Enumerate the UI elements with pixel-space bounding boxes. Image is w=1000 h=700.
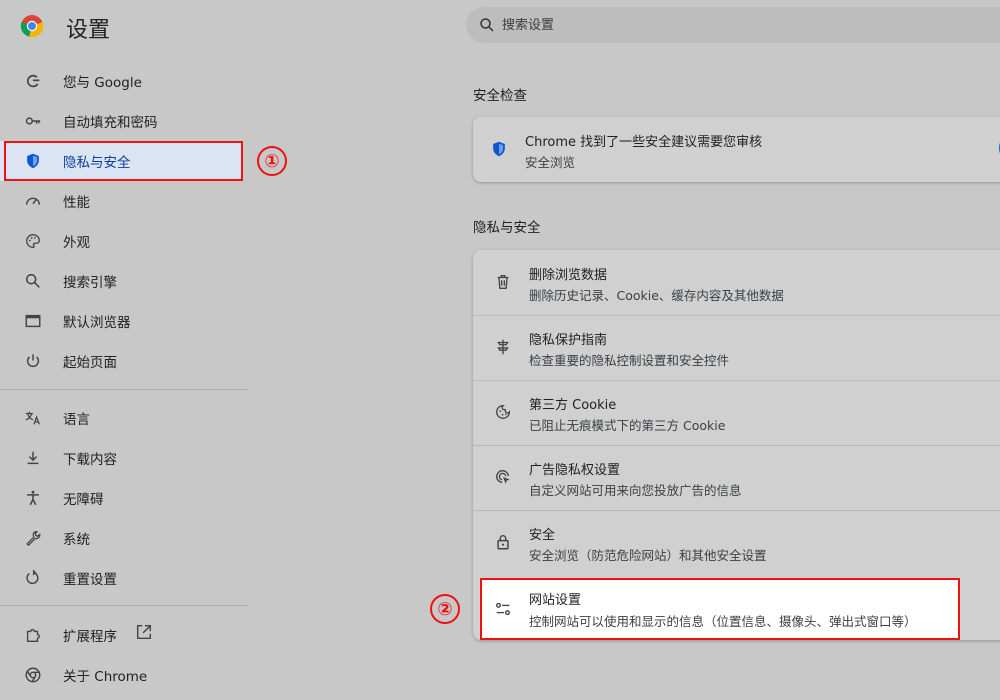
sidebar-item-autofill[interactable]: 自动填充和密码 [0, 101, 248, 141]
sidebar-item-about-chrome[interactable]: 关于 Chrome [0, 655, 248, 695]
sidebar-divider [0, 605, 248, 606]
row-title: 隐私保护指南 [529, 333, 608, 348]
cookie-icon [493, 402, 513, 422]
row-security[interactable]: 安全 安全浏览（防范危险网站）和其他安全设置 [473, 510, 1000, 575]
sidebar-item-system[interactable]: 系统 [0, 518, 248, 558]
annotation-marker-1: ① [257, 146, 287, 176]
sidebar-divider [0, 389, 248, 390]
safety-check-title: Chrome 找到了一些安全建议需要您审核 [525, 135, 763, 150]
power-icon [23, 351, 43, 371]
sidebar-item-label: 语言 [63, 412, 90, 428]
sidebar-item-appearance[interactable]: 外观 [0, 221, 248, 261]
sidebar-item-languages[interactable]: 语言 [0, 398, 248, 438]
sidebar-item-label: 下载内容 [63, 452, 117, 468]
chrome-logo-icon [20, 14, 44, 38]
external-link-icon[interactable] [135, 623, 153, 641]
lock-icon [493, 532, 513, 552]
row-subtitle: 安全浏览（防范危险网站）和其他安全设置 [529, 548, 767, 563]
sidebar-item-label: 性能 [63, 195, 90, 211]
sidebar-item-label: 外观 [63, 235, 90, 251]
search-input[interactable] [502, 17, 902, 33]
row-privacy-guide[interactable]: 隐私保护指南 检查重要的隐私控制设置和安全控件 [473, 315, 1000, 380]
sidebar-item-label: 默认浏览器 [63, 315, 131, 331]
row-subtitle: 自定义网站可用来向您投放广告的信息 [529, 483, 742, 498]
ad-privacy-icon [493, 467, 513, 487]
sidebar-item-search-engine[interactable]: 搜索引擎 [0, 261, 248, 301]
search-icon [480, 18, 494, 32]
download-icon [23, 448, 43, 468]
safety-check-subtitle: 安全浏览 [525, 155, 576, 170]
row-third-party-cookies[interactable]: 第三方 Cookie 已阻止无痕模式下的第三方 Cookie [473, 380, 1000, 445]
privacy-guide-icon [493, 337, 513, 357]
page-title: 设置 [66, 18, 111, 43]
annotation-marker-2: ② [430, 594, 460, 624]
chrome-icon [23, 665, 43, 685]
reset-icon [23, 568, 43, 588]
row-subtitle: 已阻止无痕模式下的第三方 Cookie [529, 418, 726, 433]
sidebar-item-label: 您与 Google [63, 75, 142, 91]
google-g-icon [23, 71, 43, 91]
sidebar-item-label: 关于 Chrome [63, 669, 148, 685]
search-bar[interactable] [466, 7, 1000, 43]
row-title: 删除浏览数据 [529, 268, 608, 283]
row-title: 安全 [529, 528, 556, 543]
row-title: 网站设置 [529, 593, 582, 608]
sidebar-item-reset[interactable]: 重置设置 [0, 558, 248, 598]
browser-window-icon [23, 311, 43, 331]
sidebar-item-label: 重置设置 [63, 572, 117, 588]
safety-check-row[interactable]: Chrome 找到了一些安全建议需要您审核 安全浏览 [473, 117, 1000, 182]
row-site-settings[interactable]: 网站设置 控制网站可以使用和显示的信息（位置信息、摄像头、弹出式窗口等） [480, 578, 960, 640]
sidebar-item-label: 搜索引擎 [63, 275, 117, 291]
accessibility-icon [23, 488, 43, 508]
sidebar-item-default-browser[interactable]: 默认浏览器 [0, 301, 248, 341]
search-icon [23, 271, 43, 291]
row-subtitle: 删除历史记录、Cookie、缓存内容及其他数据 [529, 288, 784, 303]
row-clear-browsing-data[interactable]: 删除浏览数据 删除历史记录、Cookie、缓存内容及其他数据 [473, 250, 1000, 315]
section-title-safety-check: 安全检查 [473, 88, 527, 104]
sidebar-item-performance[interactable]: 性能 [0, 181, 248, 221]
sidebar-item-label: 自动填充和密码 [63, 115, 158, 131]
sidebar-item-label: 无障碍 [63, 492, 104, 508]
key-icon [23, 111, 43, 131]
translate-icon [23, 408, 43, 428]
row-title: 第三方 Cookie [529, 398, 617, 413]
sidebar-item-label: 系统 [63, 532, 90, 548]
palette-icon [23, 231, 43, 251]
sidebar-item-you-and-google[interactable]: 您与 Google [0, 61, 248, 101]
shield-icon [489, 139, 509, 159]
sliders-icon [494, 600, 514, 620]
sidebar-item-on-startup[interactable]: 起始页面 [0, 341, 248, 381]
row-subtitle: 检查重要的隐私控制设置和安全控件 [529, 353, 730, 368]
highlight-box-privacy [4, 141, 243, 181]
sidebar-item-downloads[interactable]: 下载内容 [0, 438, 248, 478]
trash-icon [493, 272, 513, 292]
row-ad-privacy[interactable]: 广告隐私权设置 自定义网站可用来向您投放广告的信息 [473, 445, 1000, 510]
sidebar-item-extensions[interactable]: 扩展程序 [0, 615, 248, 655]
wrench-icon [23, 528, 43, 548]
row-title: 广告隐私权设置 [529, 463, 621, 478]
safety-check-card: Chrome 找到了一些安全建议需要您审核 安全浏览 [473, 117, 1000, 182]
speedometer-icon [23, 191, 43, 211]
sidebar-item-label: 起始页面 [63, 355, 117, 371]
sidebar-item-label: 扩展程序 [63, 629, 117, 645]
puzzle-icon [23, 625, 43, 645]
sidebar-item-accessibility[interactable]: 无障碍 [0, 478, 248, 518]
section-title-privacy: 隐私与安全 [473, 220, 541, 236]
row-subtitle: 控制网站可以使用和显示的信息（位置信息、摄像头、弹出式窗口等） [529, 614, 917, 629]
